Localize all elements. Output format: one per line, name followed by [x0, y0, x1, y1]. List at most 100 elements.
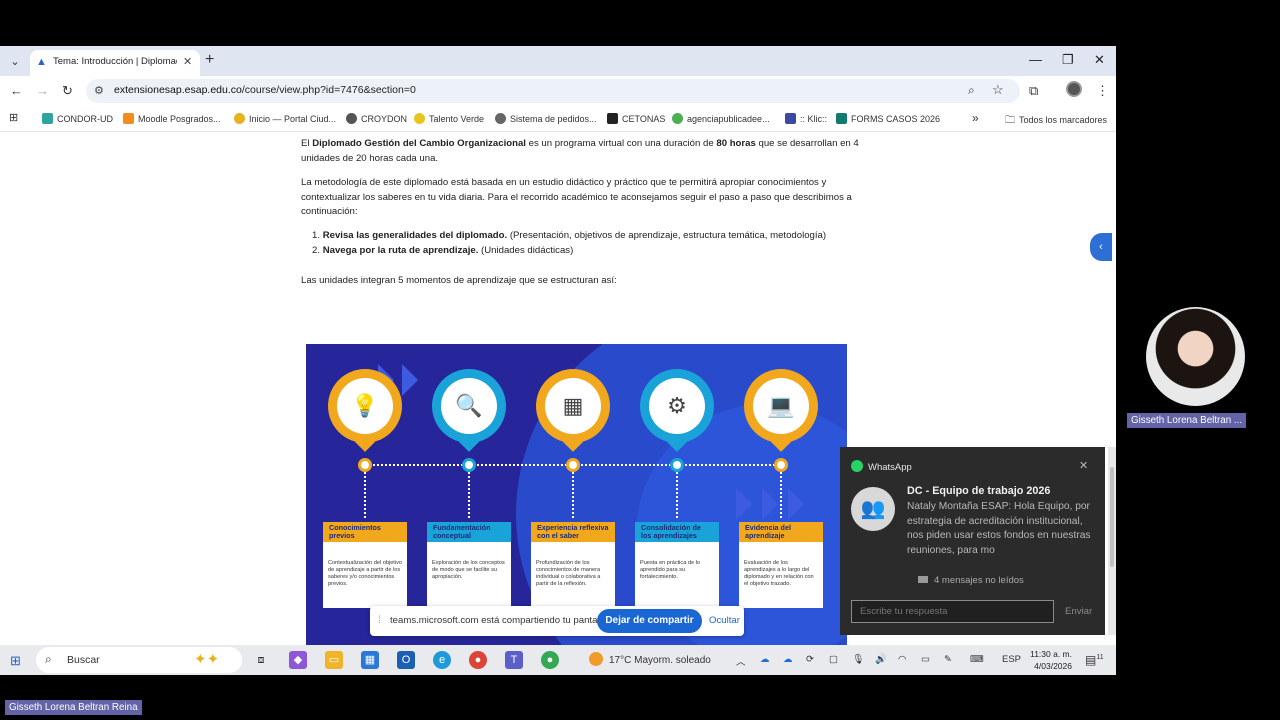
stop-sharing-button[interactable]: Dejar de compartir	[597, 609, 702, 633]
restore-icon[interactable]: ❐	[1062, 52, 1074, 68]
presenter-name-label: Gisseth Lorena Beltran Reina	[5, 700, 142, 715]
scrollbar[interactable]	[1108, 447, 1116, 635]
scrollbar-thumb[interactable]	[1110, 467, 1114, 567]
extensions-icon[interactable]: ⧉	[1029, 83, 1038, 99]
unread-count[interactable]: 4 mensajes no leídos	[918, 575, 1024, 586]
all-bookmarks-folder[interactable]: 🗀 Todos los marcadores	[1005, 113, 1107, 130]
cloud-icon[interactable]: ☁	[760, 654, 770, 665]
bookmark-favicon-icon	[785, 113, 796, 124]
pin-tail	[459, 432, 479, 452]
sync-icon[interactable]: ⟳	[806, 654, 814, 665]
bookmark-item[interactable]: agenciapublicadee...	[672, 113, 770, 124]
brain-bulb-icon: 💡	[337, 378, 393, 434]
bookmark-favicon-icon	[346, 113, 357, 124]
connector-line	[780, 472, 782, 518]
profile-avatar[interactable]	[1066, 81, 1082, 97]
moment-card: Fundamentación conceptual Exploración de …	[427, 522, 511, 608]
bookmark-item[interactable]: CROYDON	[346, 113, 407, 124]
moment-description: Evaluación de los aprendizajes a lo larg…	[744, 560, 814, 587]
pen-icon[interactable]: ✎	[944, 654, 952, 665]
connector-line	[468, 472, 470, 518]
send-button[interactable]: Enviar	[1065, 606, 1092, 617]
moment-title: Conocimientos previos	[323, 522, 407, 542]
reply-input[interactable]	[851, 600, 1054, 623]
sparkle-icon: ✦✦	[194, 651, 220, 668]
back-icon[interactable]: ←	[10, 83, 23, 98]
bookmark-item[interactable]: CETONAS	[607, 113, 665, 124]
connector-line	[572, 472, 574, 518]
bookmark-item[interactable]: Sistema de pedidos...	[495, 113, 597, 124]
file-explorer-icon[interactable]: ▭	[325, 651, 343, 669]
moment-title: Experiencia reflexiva con el saber	[531, 522, 615, 542]
keyboard-icon[interactable]: ⌨	[970, 654, 984, 665]
windows-taskbar: ⊞ ⌕ Buscar ✦✦ ⧈ ◆ ▭ ▦ O e ● T ● 17°C May…	[0, 645, 1116, 675]
volume-icon[interactable]: 🔊	[875, 654, 887, 665]
notification-center-icon[interactable]: ▤11	[1085, 653, 1104, 667]
clock[interactable]: 11:30 a. m. 4/03/2026	[1028, 648, 1072, 672]
tab-strip: ⌄ ▲ Tema: Introducción | Diplomado ✕ + —…	[0, 46, 1116, 76]
moment-pin: ⚙	[640, 369, 714, 452]
drag-handle-icon[interactable]: ⁞	[378, 615, 381, 626]
bookmark-item[interactable]: Talento Verde	[414, 113, 484, 124]
task-view-icon[interactable]: ⧈	[252, 651, 270, 669]
close-icon[interactable]: ✕	[1079, 459, 1088, 472]
moment-pin: 💻	[744, 369, 818, 452]
bookmark-item[interactable]: Inicio — Portal Ciud...	[234, 113, 336, 124]
bookmark-item[interactable]: FORMS CASOS 2026	[836, 113, 940, 124]
browser-toolbar: ← → ↻ ⚙ extensionesap.esap.edu.co/course…	[0, 76, 1116, 106]
laptop-icon: 💻	[753, 378, 809, 434]
message-preview: Nataly Montaña ESAP: Hola Equipo, por es…	[907, 501, 1091, 556]
connector-line	[676, 472, 678, 518]
bookmark-favicon-icon	[672, 113, 683, 124]
bookmark-star-icon[interactable]: ☆	[992, 82, 1004, 98]
apps-grid-icon[interactable]: ⊞	[9, 111, 18, 124]
search-icon: ⌕	[45, 652, 52, 666]
new-tab-icon[interactable]: +	[205, 51, 214, 69]
chrome-profile-icon[interactable]: ●	[541, 651, 559, 669]
decorative-chevron	[402, 364, 418, 396]
forward-icon[interactable]: →	[36, 83, 49, 98]
moment-description: Exploración de los conceptos de modo que…	[432, 560, 505, 580]
language-indicator[interactable]: ESP	[1002, 654, 1021, 665]
battery-icon[interactable]: ▭	[921, 654, 930, 665]
tab-search-icon[interactable]: ⌄	[6, 53, 24, 71]
onedrive-icon[interactable]: ☁	[783, 654, 793, 665]
decorative-chevron	[788, 488, 804, 520]
device-icon[interactable]: ▢	[829, 654, 838, 665]
edge-icon[interactable]: e	[433, 651, 451, 669]
bookmark-item[interactable]: Moodle Posgrados...	[123, 113, 221, 124]
moment-description: Contextualización del objetivo de aprend…	[328, 560, 403, 587]
tray-overflow-icon[interactable]: ︿	[736, 654, 746, 668]
close-tab-icon[interactable]: ✕	[183, 55, 192, 68]
store-icon[interactable]: ▦	[361, 651, 379, 669]
microphone-icon[interactable]: 🎙	[852, 654, 864, 665]
hide-button[interactable]: Ocultar	[709, 615, 740, 626]
outlook-icon[interactable]: O	[397, 651, 415, 669]
minimize-icon[interactable]: —	[1029, 52, 1042, 67]
bookmarks-overflow-button[interactable]: »	[972, 111, 979, 125]
moment-pin: 🔍	[432, 369, 506, 452]
drawer-toggle-button[interactable]: ‹	[1090, 233, 1112, 261]
chrome-icon[interactable]: ●	[469, 651, 487, 669]
zoom-icon[interactable]: ⌕	[968, 83, 975, 98]
menu-icon[interactable]: ⋮	[1096, 83, 1109, 99]
site-info-icon[interactable]: ⚙	[94, 84, 104, 97]
bookmark-item[interactable]: CONDOR-UD	[42, 113, 113, 124]
tab-active[interactable]: ▲ Tema: Introducción | Diplomado ✕	[30, 50, 200, 76]
timeline-node	[774, 458, 788, 472]
moment-pin: 💡	[328, 369, 402, 452]
bookmark-favicon-icon	[123, 113, 134, 124]
copilot-icon[interactable]: ◆	[289, 651, 307, 669]
connector-line	[364, 472, 366, 518]
close-window-icon[interactable]: ✕	[1094, 52, 1105, 68]
address-bar[interactable]: ⚙ extensionesap.esap.edu.co/course/view.…	[86, 79, 1020, 103]
notification-header: WhatsApp	[851, 460, 912, 473]
weather-widget[interactable]: 17°C Mayorm. soleado	[589, 652, 711, 666]
reload-icon[interactable]: ↻	[62, 83, 73, 99]
url-text[interactable]: extensionesap.esap.edu.co/course/view.ph…	[114, 84, 416, 96]
wifi-icon[interactable]: ◠	[898, 654, 906, 665]
windows-start-icon[interactable]: ⊞	[10, 653, 21, 669]
bookmark-item[interactable]: :: Klic::	[785, 113, 827, 124]
taskbar-search[interactable]: ⌕ Buscar ✦✦	[36, 647, 242, 673]
teams-icon[interactable]: T	[505, 651, 523, 669]
